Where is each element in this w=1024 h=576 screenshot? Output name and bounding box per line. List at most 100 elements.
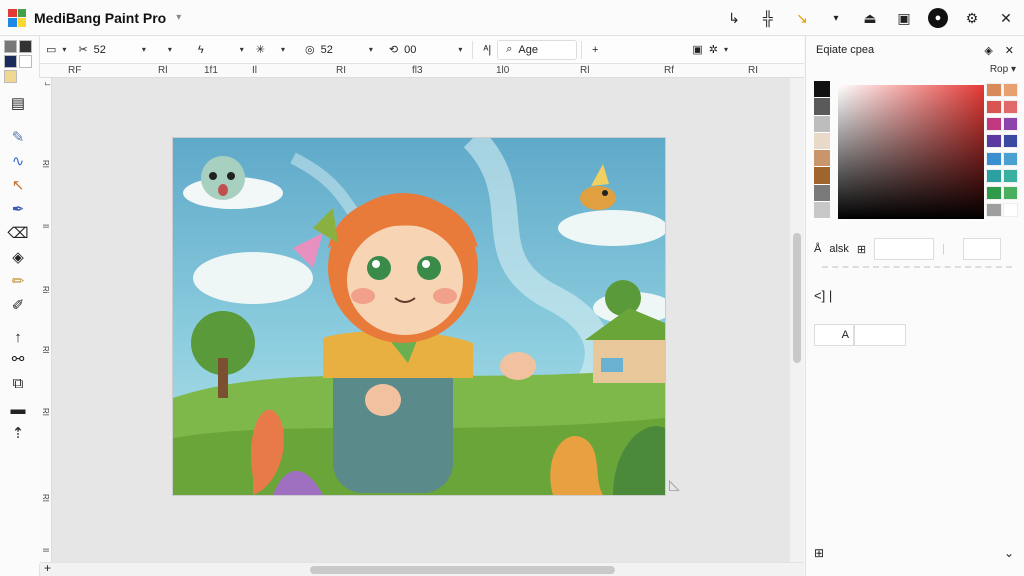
dropper-tool-icon[interactable]: ✒ [6, 198, 30, 220]
marker-tool-icon[interactable]: ✏ [6, 270, 30, 292]
antialias-field[interactable]: ⌕ Age [497, 39, 577, 60]
palette-swatch[interactable] [1002, 202, 1018, 217]
chevron-down-icon[interactable]: ⌄ [1004, 546, 1014, 560]
brush-color-icon[interactable]: ↘ [792, 8, 812, 28]
palette-swatch[interactable] [1002, 100, 1018, 115]
hue-swatch[interactable] [814, 115, 830, 133]
vertical-scrollbar[interactable] [790, 78, 804, 562]
pen-tablet-icon[interactable]: ↳ [724, 8, 744, 28]
horizontal-scrollbar[interactable]: + [40, 561, 804, 576]
lasso-tool-icon[interactable]: ⚯ [6, 348, 30, 370]
text-tool-icon[interactable]: ⇡ [6, 422, 30, 444]
fill-icon[interactable]: ⏏ [860, 8, 880, 28]
layer-tool-icon[interactable]: ▤ [6, 92, 30, 114]
canvas-artwork[interactable] [173, 138, 665, 495]
gradient-tool-icon[interactable]: ▬ [6, 398, 30, 420]
vertical-scroll-thumb[interactable] [793, 233, 801, 363]
panel-footer: ⊞ ⌄ [814, 546, 1014, 560]
horizontal-scroll-thumb[interactable] [310, 566, 615, 574]
palette-swatch[interactable] [986, 151, 1002, 166]
hue-swatch[interactable] [814, 81, 830, 99]
color-preview-field[interactable] [962, 238, 1001, 260]
bucket-tool-icon[interactable]: ◈ [6, 246, 30, 268]
palette-swatch[interactable] [986, 168, 1002, 183]
alias-icon: ᴬ| [483, 43, 492, 56]
opacity-control[interactable]: ◎ 52 ▾ [299, 36, 379, 64]
palette-swatch[interactable] [986, 117, 1002, 132]
hue-swatch[interactable] [814, 150, 830, 168]
color-picker-field[interactable] [838, 85, 984, 219]
rotation-control[interactable]: ⟲ 00 ▾ [383, 36, 468, 64]
plus-icon[interactable]: + [44, 561, 51, 575]
opacity-value: 52 [320, 43, 333, 56]
hue-swatch[interactable] [814, 132, 830, 150]
palette-swatch[interactable] [1002, 83, 1018, 97]
hue-swatch[interactable] [814, 201, 830, 219]
layer-icon[interactable]: ▣ [894, 8, 914, 28]
text-style-field[interactable]: A [814, 324, 854, 346]
vertical-ruler: ┘ RI Il Ri Rl RI RI Il [38, 78, 52, 564]
palette-swatch[interactable] [986, 185, 1002, 200]
record-icon[interactable]: ● [928, 8, 948, 28]
canvas-options[interactable]: ▣ ✲ ▾ [686, 36, 734, 64]
move-tool-icon[interactable]: ↑ [6, 326, 30, 348]
eraser-swatch[interactable] [19, 55, 32, 68]
divider [580, 40, 582, 59]
grid-icon[interactable]: ⊞ [814, 546, 824, 560]
palette-swatch[interactable] [1002, 117, 1018, 132]
transform-tool-icon[interactable]: ⧉ [6, 372, 30, 394]
panel-sub-menu[interactable]: Rop ▾ [806, 64, 1024, 80]
hue-swatch[interactable] [814, 184, 830, 202]
close-icon[interactable]: ✕ [996, 8, 1016, 28]
brush-size-control[interactable]: ✂ 52 ▾ ▾ [72, 36, 178, 64]
transparent-swatch[interactable] [4, 70, 17, 83]
ruler-tick: 1f1 [204, 65, 218, 76]
palette-swatch[interactable] [986, 202, 1002, 217]
eraser-tool-icon[interactable]: ⌫ [6, 222, 30, 244]
chevron-down-icon[interactable]: ▾ [826, 8, 846, 28]
hex-input[interactable] [874, 238, 935, 260]
select-options[interactable]: ▭ ▾ [40, 36, 72, 64]
hue-swatch[interactable] [814, 167, 830, 185]
pin-icon[interactable]: ◈ [984, 44, 992, 57]
palette-swatch[interactable] [986, 134, 1002, 149]
app-logo-icon [8, 8, 26, 27]
plus-icon: + [591, 43, 599, 56]
app-window: MediBang Paint Pro ▾ ↳ ╬ ↘ ▾ ⏏ ▣ ● ⚙ ✕ ▤… [0, 0, 1024, 576]
pen-tool-icon[interactable]: ↖ [6, 174, 30, 196]
primary-color-swatch[interactable] [4, 40, 17, 53]
palette-swatch[interactable] [1002, 185, 1018, 200]
palette-swatch[interactable] [986, 83, 1002, 97]
add-button[interactable]: + [586, 36, 604, 64]
palette-swatch[interactable] [1002, 151, 1018, 166]
grid-icon[interactable]: ⊞ [857, 243, 866, 256]
color-swatches[interactable] [4, 40, 34, 86]
brush-size-value: 52 [93, 43, 106, 56]
hue-swatches[interactable] [814, 81, 830, 219]
search-icon: ⌕ [506, 43, 513, 55]
alias-toggle[interactable]: ᴬ| [477, 36, 497, 64]
brush-tool-icon[interactable]: ✎ [6, 126, 30, 148]
palette-swatch[interactable] [1002, 134, 1018, 149]
settings-icon[interactable]: ⚙ [962, 8, 982, 28]
canvas-workspace[interactable]: ◺ [52, 78, 790, 562]
divider [472, 40, 474, 59]
dropper-icon[interactable]: Å [814, 243, 821, 255]
tool-options-bar: ▭ ▾ ✂ 52 ▾ ▾ ϟ ▾ ✳ ▾ ◎ 52 ▾ ⟲ 00 ▾ ᴬ| ⌕ A [40, 36, 804, 64]
hue-swatch[interactable] [814, 98, 830, 116]
color-mode-row: Å alsk ⊞ | [814, 238, 1001, 260]
blur-control[interactable]: ✳ ▾ [250, 36, 291, 64]
secondary-color-swatch[interactable] [19, 40, 32, 53]
canvas-corner-handle-icon[interactable]: ◺ [669, 476, 680, 493]
curve-tool-icon[interactable]: ∿ [6, 150, 30, 172]
palette-grid[interactable] [986, 83, 1018, 219]
close-icon[interactable]: ✕ [1005, 44, 1014, 57]
brush-swatch[interactable] [4, 55, 17, 68]
text-input[interactable] [854, 324, 906, 346]
chevron-down-icon[interactable]: ▾ [176, 12, 181, 23]
palette-swatch[interactable] [986, 100, 1002, 115]
stabilizer-control[interactable]: ϟ ▾ [192, 36, 250, 64]
pencil-tool-icon[interactable]: ✐ [6, 294, 30, 316]
grid-icon[interactable]: ╬ [758, 8, 778, 28]
palette-swatch[interactable] [1002, 168, 1018, 183]
